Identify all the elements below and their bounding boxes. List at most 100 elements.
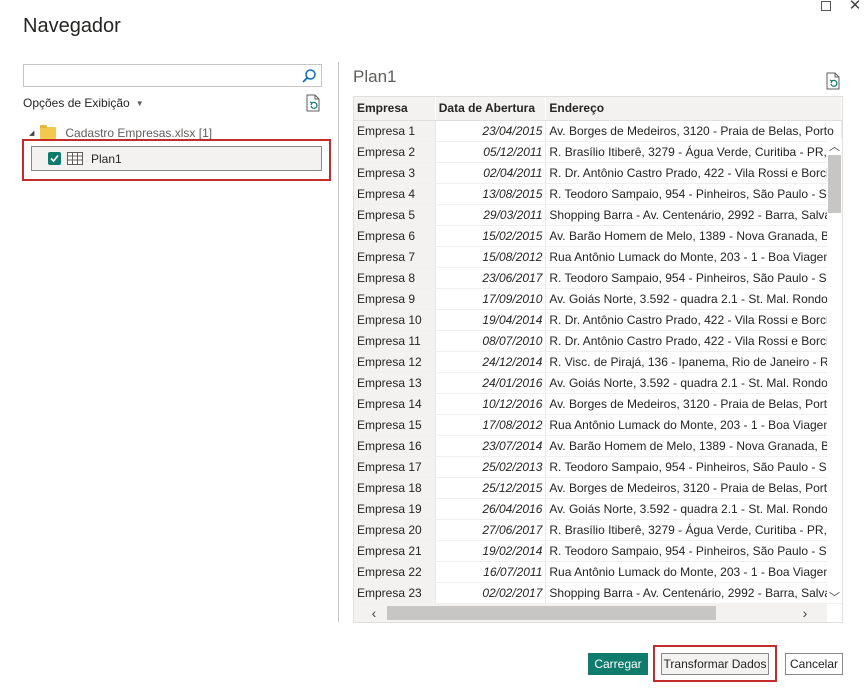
view-options-label: Opções de Exibição <box>23 96 130 110</box>
tree-file-node[interactable]: ◢ Cadastro Empresas.xlsx [1] <box>29 125 212 140</box>
table-cell: Empresa 9 <box>354 288 436 310</box>
table-cell: Empresa 16 <box>354 435 436 457</box>
table-row: Empresa 1 23/04/2015 Av. Borges de Medeiro… <box>354 120 842 142</box>
table-cell: R. Visc. de Pirajá, 136 - Ipanema, Rio d… <box>545 351 842 373</box>
table-cell: R. Teodoro Sampaio, 954 - Pinheiros, São… <box>545 540 842 562</box>
table-cell: 24/01/2016 <box>435 372 547 394</box>
table-row: Empresa 19 26/04/2016 Av. Goiás Norte, 3.5… <box>354 498 842 520</box>
table-row: Empresa 12 24/12/2014 R. Visc. de Pirajá, … <box>354 351 842 373</box>
table-cell: Empresa 3 <box>354 162 436 184</box>
table-row: Empresa 16 23/07/2014 Av. Barão Homem de M… <box>354 435 842 457</box>
table-cell: Empresa 12 <box>354 351 436 373</box>
table-cell: 15/02/2015 <box>435 225 547 247</box>
table-cell: 26/04/2016 <box>435 498 547 520</box>
cancel-button[interactable]: Cancelar <box>785 653 843 675</box>
table-cell: 16/07/2011 <box>435 561 547 583</box>
preview-table: Empresa Data de Abertura Endereço Empres… <box>354 97 842 604</box>
table-row: Empresa 21 19/02/2014 R. Teodoro Sampaio, … <box>354 540 842 562</box>
header-row: Empresa Data de Abertura Endereço <box>354 97 842 121</box>
table-cell: Empresa 19 <box>354 498 436 520</box>
table-cell: Av. Goiás Norte, 3.592 - quadra 2.1 - St… <box>545 372 842 394</box>
table-row: Empresa 4 13/08/2015 R. Teodoro Sampaio, 9… <box>354 183 842 205</box>
table-cell: Empresa 22 <box>354 561 436 583</box>
table-cell: 19/04/2014 <box>435 309 547 331</box>
table-cell: 25/02/2013 <box>435 456 547 478</box>
table-cell: Empresa 17 <box>354 456 436 478</box>
refresh-icon[interactable] <box>305 94 321 112</box>
table-cell: Av. Barão Homem de Melo, 1389 - Nova Gra… <box>545 225 842 247</box>
table-cell: 02/04/2011 <box>435 162 547 184</box>
table-cell: R. Brasílio Itiberê, 3279 - Água Verde, … <box>545 519 842 541</box>
table-cell: 23/04/2015 <box>435 120 547 142</box>
table-cell: R. Dr. Antônio Castro Prado, 422 - Vila … <box>545 162 842 184</box>
search-icon[interactable] <box>301 68 317 84</box>
table-cell: Empresa 4 <box>354 183 436 205</box>
dialog-title: Navegador <box>23 15 121 37</box>
scroll-left-icon[interactable]: ‹ <box>366 604 382 622</box>
expand-triangle-icon[interactable]: ◢ <box>29 129 34 137</box>
tree-item-plan1[interactable]: Plan1 <box>31 146 322 171</box>
table-cell: Empresa 10 <box>354 309 436 331</box>
table-row: Empresa 2 05/12/2011 R. Brasílio Itiberê, … <box>354 141 842 163</box>
table-cell: Empresa 2 <box>354 141 436 163</box>
table-cell: 02/02/2017 <box>435 582 547 604</box>
table-cell: 08/07/2010 <box>435 330 547 352</box>
table-cell: Empresa 13 <box>354 372 436 394</box>
column-header[interactable]: Empresa <box>354 97 436 121</box>
table-cell: Empresa 6 <box>354 225 436 247</box>
table-row: Empresa 17 25/02/2013 R. Teodoro Sampaio, … <box>354 456 842 478</box>
table-cell: 23/07/2014 <box>435 435 547 457</box>
view-options-dropdown[interactable]: Opções de Exibição ▼ <box>23 96 144 110</box>
table-cell: Rua Antônio Lumack do Monte, 203 - 1 - B… <box>545 561 842 583</box>
table-cell: Empresa 14 <box>354 393 436 415</box>
column-header[interactable]: Endereço <box>545 97 842 121</box>
table-row: Empresa 20 27/06/2017 R. Brasílio Itiberê,… <box>354 519 842 541</box>
table-row: Empresa 18 25/12/2015 Av. Borges de Medeir… <box>354 477 842 499</box>
scroll-up-icon[interactable]: ︿ <box>827 138 842 153</box>
column-header[interactable]: Data de Abertura <box>435 97 547 121</box>
preview-title: Plan1 <box>353 67 397 86</box>
table-cell: R. Teodoro Sampaio, 954 - Pinheiros, São… <box>545 456 842 478</box>
table-cell: 13/08/2015 <box>435 183 547 205</box>
close-button[interactable]: ✕ <box>846 0 864 14</box>
scroll-thumb[interactable] <box>828 155 841 213</box>
table-row: Empresa 11 08/07/2010 R. Dr. Antônio Castr… <box>354 330 842 352</box>
chevron-down-icon: ▼ <box>135 98 144 108</box>
scroll-right-icon[interactable]: › <box>797 604 813 622</box>
table-cell: 19/02/2014 <box>435 540 547 562</box>
transform-data-button[interactable]: Transformar Dados <box>661 653 769 675</box>
table-row: Empresa 7 15/08/2012 Rua Antônio Lumack do… <box>354 246 842 268</box>
table-cell: Av. Borges de Medeiros, 3120 - Praia de … <box>545 393 842 415</box>
table-cell: Empresa 15 <box>354 414 436 436</box>
scroll-down-icon[interactable]: ﹀ <box>827 589 842 604</box>
scroll-thumb[interactable] <box>387 606 716 620</box>
table-row: Empresa 9 17/09/2010 Av. Goiás Norte, 3.59… <box>354 288 842 310</box>
table-cell: Empresa 1 <box>354 120 436 142</box>
table-cell: 27/06/2017 <box>435 519 547 541</box>
data-preview-grid: Empresa Data de Abertura Endereço Empres… <box>353 96 843 623</box>
table-row: Empresa 23 02/02/2017 Shopping Barra - Av.… <box>354 582 842 604</box>
table-row: Empresa 8 23/06/2017 R. Teodoro Sampaio, 9… <box>354 267 842 289</box>
pane-divider[interactable] <box>338 62 339 622</box>
horizontal-scrollbar[interactable]: ‹ › <box>354 604 827 622</box>
refresh-icon[interactable] <box>825 72 841 90</box>
table-row: Empresa 22 16/07/2011 Rua Antônio Lumack d… <box>354 561 842 583</box>
tree-item-label: Plan1 <box>91 151 122 166</box>
table-cell: 24/12/2014 <box>435 351 547 373</box>
checkbox-checked-icon[interactable] <box>48 152 61 165</box>
table-cell: R. Dr. Antônio Castro Prado, 422 - Vila … <box>545 330 842 352</box>
table-cell: 17/08/2012 <box>435 414 547 436</box>
table-cell: R. Brasílio Itiberê, 3279 - Água Verde, … <box>545 141 842 163</box>
table-row: Empresa 3 02/04/2011 R. Dr. Antônio Castro… <box>354 162 842 184</box>
table-cell: 10/12/2016 <box>435 393 547 415</box>
table-cell: Av. Goiás Norte, 3.592 - quadra 2.1 - St… <box>545 498 842 520</box>
vertical-scrollbar[interactable]: ︿ ﹀ <box>827 138 842 604</box>
table-cell: Empresa 18 <box>354 477 436 499</box>
folder-icon <box>40 125 57 139</box>
search-box <box>23 64 322 87</box>
load-button[interactable]: Carregar <box>588 653 648 675</box>
table-cell: Empresa 5 <box>354 204 436 226</box>
search-input[interactable] <box>24 65 294 86</box>
maximize-button[interactable] <box>817 0 835 14</box>
table-cell: 29/03/2011 <box>435 204 547 226</box>
